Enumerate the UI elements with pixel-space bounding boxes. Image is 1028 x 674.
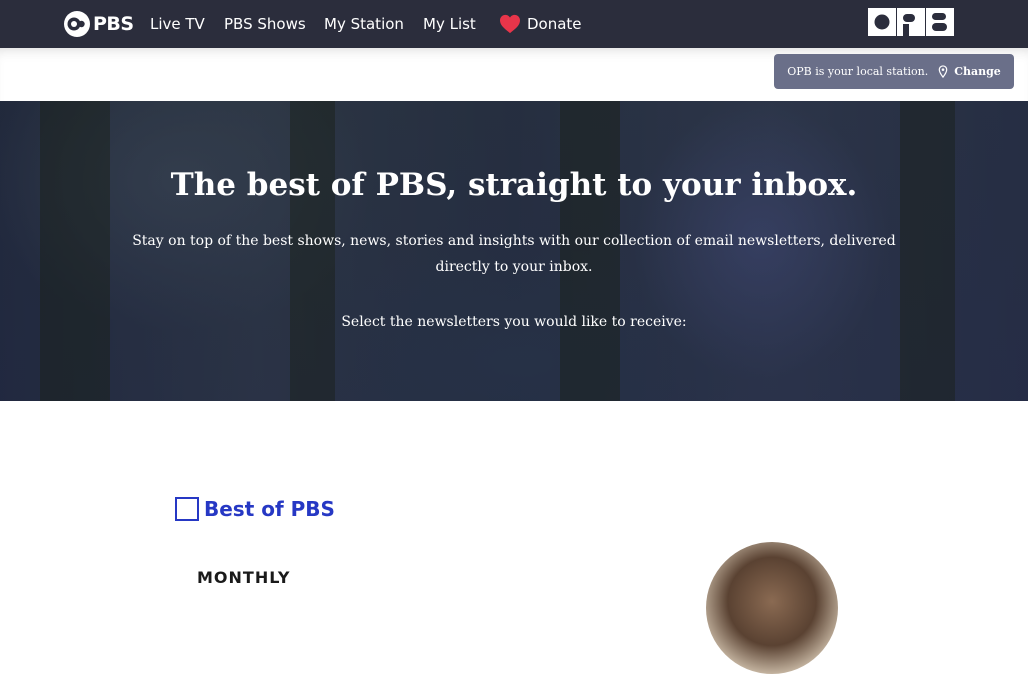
nav-my-list[interactable]: My List <box>423 13 476 35</box>
station-message: OPB is your local station. <box>787 65 929 78</box>
nav-my-station[interactable]: My Station <box>324 13 404 35</box>
page-title: The best of PBS, straight to your inbox. <box>170 167 858 203</box>
hero-tree-trunk <box>40 101 110 401</box>
donate-label: Donate <box>527 15 582 33</box>
heart-icon <box>500 14 520 34</box>
nav-pbs-shows[interactable]: PBS Shows <box>224 13 306 35</box>
hero-description: Stay on top of the best shows, news, sto… <box>132 233 896 275</box>
top-navigation: PBS Live TV PBS Shows My Station My List… <box>0 0 1028 48</box>
change-station-link[interactable]: Change <box>954 65 1001 78</box>
map-pin-icon <box>938 65 948 78</box>
nav-live-tv[interactable]: Live TV <box>150 13 205 35</box>
newsletter-select-prompt: Select the newsletters you would like to… <box>341 314 687 330</box>
donate-button[interactable]: Donate <box>499 13 582 35</box>
opb-station-logo[interactable] <box>868 8 954 36</box>
newsletter-frequency: MONTHLY <box>197 568 291 587</box>
pbs-head-icon <box>64 11 90 37</box>
newsletter-checkbox-best-of-pbs[interactable] <box>175 497 199 521</box>
pbs-wordmark: PBS <box>93 13 134 35</box>
newsletter-image <box>706 542 838 674</box>
pbs-logo[interactable]: PBS <box>64 11 134 37</box>
newsletter-title[interactable]: Best of PBS <box>204 495 335 523</box>
local-station-notice: OPB is your local station. Change <box>774 54 1014 89</box>
